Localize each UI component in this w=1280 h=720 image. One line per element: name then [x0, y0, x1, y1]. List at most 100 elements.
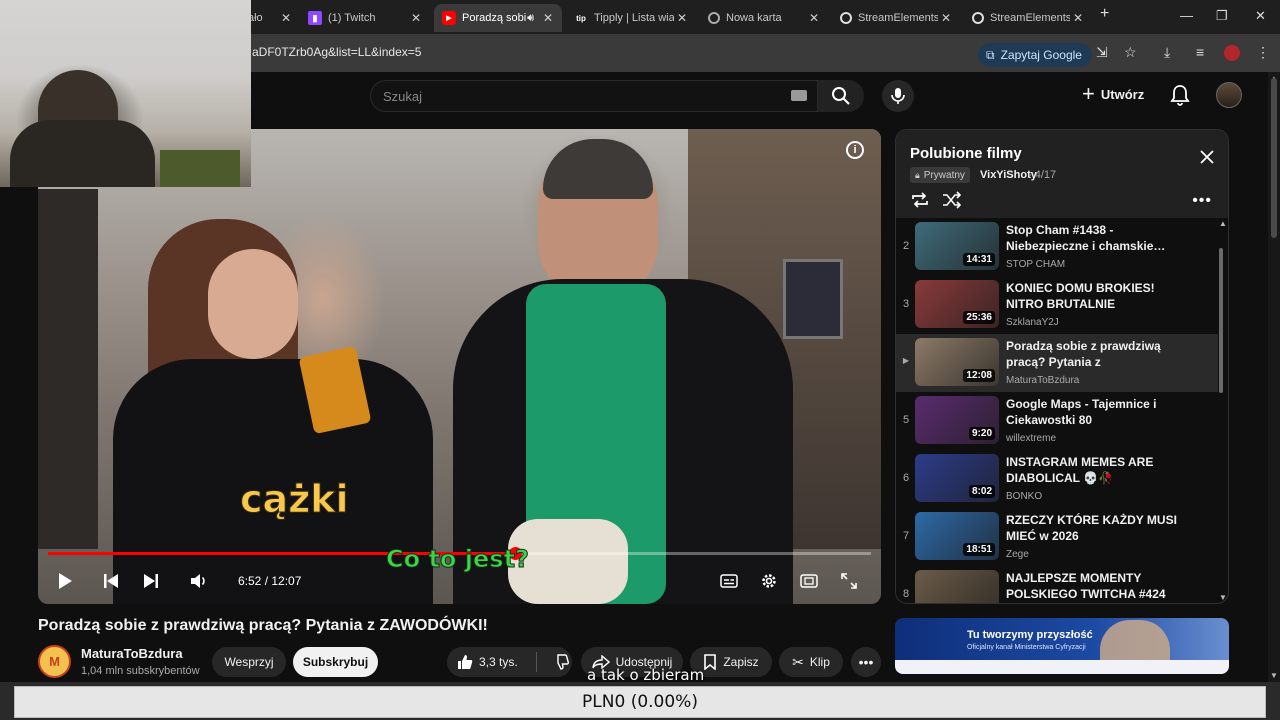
info-icon[interactable]: i — [846, 141, 864, 159]
support-button[interactable]: Wesprzyj — [212, 647, 286, 677]
clip-button[interactable]: ✂ Klip — [779, 647, 843, 677]
tab-streamelements-1[interactable]: StreamElements ✕ — [832, 4, 960, 32]
playlist-item-index: 8 — [902, 588, 910, 600]
like-dislike-group: 3,3 tys. — [447, 647, 572, 677]
new-tab-icon[interactable]: + — [1100, 5, 1109, 23]
volume-button[interactable] — [186, 568, 212, 594]
playlist-item-thumbnail[interactable]: 14:31 — [915, 222, 999, 270]
download-icon[interactable]: ⤓ — [1164, 44, 1170, 61]
close-tab-icon[interactable]: ✕ — [806, 11, 822, 25]
menu-dots-icon[interactable]: ⋮ — [1256, 44, 1270, 61]
tab-youtube-active[interactable]: ▶ Poradzą sobi 🔊︎ ✕ — [434, 4, 562, 32]
gear-icon — [762, 574, 776, 588]
close-tab-icon[interactable]: ✕ — [674, 11, 690, 25]
streamelements-icon — [972, 12, 984, 24]
channel-name[interactable]: MaturaToBzdura — [81, 646, 183, 661]
channel-avatar[interactable]: M — [38, 645, 71, 678]
notifications-bell-icon[interactable] — [1170, 84, 1190, 111]
next-button[interactable] — [138, 568, 164, 594]
playlist-item-title: KONIEC DOMU BROKIES! NITRO BRUTALNIE NIS… — [1006, 281, 1155, 311]
thumbs-up-icon — [458, 655, 473, 669]
playlist-item-duration: 9:20 — [968, 427, 995, 440]
playlist-item[interactable]: ▶ 12:08 Poradzą sobie z prawdziwą pracą? P… — [896, 334, 1218, 392]
close-playlist-button[interactable] — [1200, 150, 1214, 169]
loop-button[interactable] — [910, 191, 930, 214]
keyboard-icon[interactable] — [791, 90, 807, 101]
tab-new-tab[interactable]: Nowa karta ✕ — [700, 4, 828, 32]
page-scroll-thumb[interactable] — [1271, 78, 1277, 238]
fullscreen-button[interactable] — [836, 568, 862, 594]
playlist-item-thumbnail[interactable]: 12:08 — [915, 338, 999, 386]
playlist-title[interactable]: Polubione filmy — [910, 145, 1022, 162]
twitch-icon: ▮ — [308, 11, 322, 25]
account-avatar[interactable] — [1216, 82, 1242, 108]
playlist-item-thumbnail[interactable]: 18:51 — [915, 512, 999, 560]
close-tab-icon[interactable]: ✕ — [278, 11, 294, 25]
playlist-menu-button[interactable]: ••• — [1192, 192, 1212, 210]
minimize-icon[interactable]: — — [1180, 8, 1193, 23]
voice-search-button[interactable] — [882, 80, 914, 112]
search-input[interactable]: Szukaj — [370, 80, 818, 112]
playlist-item-thumbnail[interactable]: 8:02 — [915, 454, 999, 502]
playlist-item[interactable]: 3 25:36 KONIEC DOMU BROKIES! NITRO BRUTALN… — [896, 276, 1218, 334]
video-player[interactable]: i cążki Co to jest? 6:52 / 12:07 — [38, 129, 881, 604]
theater-mode-button[interactable] — [796, 568, 822, 594]
playlist-item-channel: Zege — [1006, 549, 1029, 560]
playlist-item[interactable]: 8 NAJLEPSZE MOMENTY POLSKIEGO TWITCHA #42… — [896, 566, 1218, 603]
create-button[interactable]: + Utwórz — [1082, 83, 1144, 105]
bookmark-star-icon[interactable]: ☆ — [1124, 44, 1137, 61]
close-window-icon[interactable]: ✕ — [1255, 8, 1266, 24]
settings-button[interactable] — [756, 568, 782, 594]
scroll-up-icon[interactable]: ▲ — [1219, 219, 1227, 228]
install-app-icon[interactable]: ⇲ — [1096, 44, 1108, 61]
tab-twitch[interactable]: ▮ (1) Twitch ✕ — [300, 4, 430, 32]
ad-people-image — [1100, 620, 1170, 662]
google-lens-icon: ⧉ — [986, 47, 995, 62]
playlist-item-thumbnail[interactable] — [915, 570, 999, 603]
profile-icon[interactable] — [1224, 45, 1240, 61]
maximize-icon[interactable]: ❐ — [1216, 8, 1228, 24]
dislike-button[interactable] — [553, 654, 569, 670]
playlist-item-channel: STOP CHAM — [1006, 259, 1066, 270]
subscribe-button[interactable]: Subskrybuj — [293, 647, 378, 677]
donation-ticker: PLN0 (0.00%) — [14, 686, 1266, 718]
page-scroll-down-icon[interactable]: ▼ — [1270, 671, 1278, 680]
ad-footer-strip — [895, 660, 1229, 674]
close-tab-icon[interactable]: ✕ — [408, 11, 424, 25]
playlist-item-thumbnail[interactable]: 25:36 — [915, 280, 999, 328]
bookmark-icon — [704, 654, 717, 670]
youtube-icon: ▶ — [442, 11, 456, 25]
shuffle-button[interactable] — [942, 191, 962, 214]
playlist-scroll-thumb[interactable] — [1219, 248, 1223, 393]
speaker-icon[interactable]: 🔊︎ — [527, 12, 534, 25]
fullscreen-icon — [841, 573, 857, 589]
ad-banner[interactable]: Tu tworzymy przyszłość Oficjalny kanał M… — [895, 618, 1229, 674]
volume-icon — [191, 574, 205, 588]
tab-tipply[interactable]: tip Tipply | Lista wia ✕ — [566, 4, 696, 32]
search-button[interactable] — [818, 80, 864, 112]
page-scrollbar[interactable]: ▲ ▼ — [1268, 72, 1280, 682]
close-tab-icon[interactable]: ✕ — [540, 11, 556, 25]
streamelements-icon — [840, 12, 852, 24]
previous-button[interactable] — [98, 568, 124, 594]
more-actions-button[interactable]: ••• — [851, 647, 881, 677]
ask-google-button[interactable]: ⧉ Zapytaj Google — [978, 43, 1092, 67]
close-tab-icon[interactable]: ✕ — [1070, 11, 1086, 25]
scroll-down-icon[interactable]: ▼ — [1219, 593, 1227, 602]
like-button[interactable]: 3,3 tys. — [457, 654, 518, 670]
playlist-item[interactable]: 2 14:31 Stop Cham #1438 - Niebezpieczne i … — [896, 218, 1218, 276]
shuffle-icon — [943, 191, 962, 209]
playlist-item-thumbnail[interactable]: 9:20 — [915, 396, 999, 444]
tipply-icon: tip — [576, 13, 586, 23]
playlist-item[interactable]: 5 9:20 Google Maps - Tajemnice i Ciekawost… — [896, 392, 1218, 450]
subtitles-button[interactable] — [716, 568, 742, 594]
play-button[interactable] — [52, 568, 78, 594]
skip-next-icon — [144, 574, 158, 588]
tab-streamelements-2[interactable]: StreamElements ✕ — [964, 4, 1092, 32]
address-bar[interactable]: aDF0TZrb0Ag&list=LL&index=5 — [252, 45, 421, 59]
media-control-icon[interactable]: ≡ — [1196, 44, 1204, 60]
playlist-item[interactable]: 6 8:02 INSTAGRAM MEMES ARE DIABOLICAL 💀🥀 BO… — [896, 450, 1218, 508]
playlist-item-title: INSTAGRAM MEMES ARE DIABOLICAL 💀🥀 — [1006, 455, 1154, 485]
playlist-item[interactable]: 7 18:51 RZECZY KTÓRE KAŻDY MUSI MIEĆ w 202… — [896, 508, 1218, 566]
close-tab-icon[interactable]: ✕ — [938, 11, 954, 25]
